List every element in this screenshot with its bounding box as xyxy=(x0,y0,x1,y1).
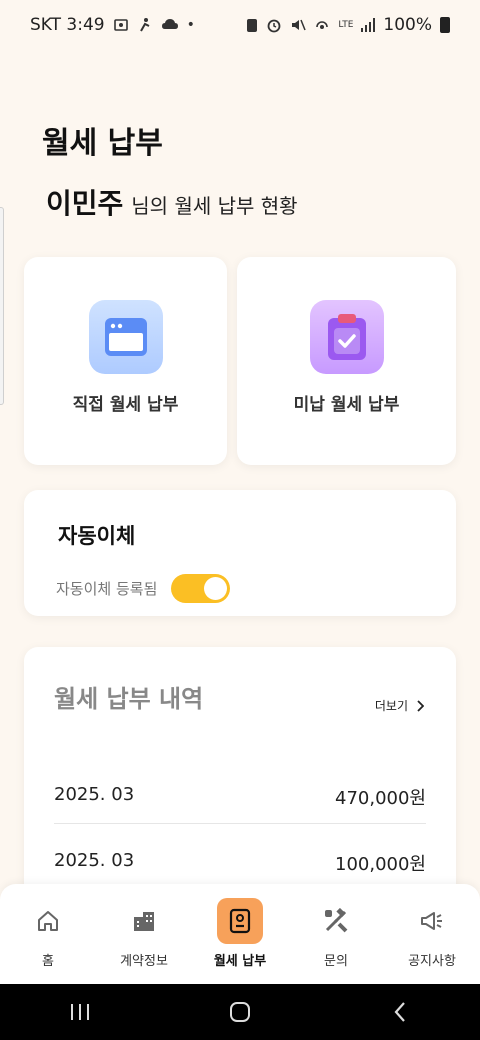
recents-icon xyxy=(71,1004,89,1020)
carrier-time: SKT 3:49 xyxy=(30,15,105,35)
signal-icon xyxy=(361,18,376,32)
system-navigation-bar xyxy=(0,984,480,1040)
history-row[interactable]: 2025. 03 470,000원 xyxy=(54,784,426,810)
back-icon xyxy=(394,1002,405,1022)
auto-transfer-row: 자동이체 등록됨 xyxy=(56,574,231,603)
clipboard-check-icon xyxy=(309,300,384,374)
nav-label-inquiry: 문의 xyxy=(324,954,348,969)
history-divider xyxy=(54,823,426,824)
nav-label-rent-payment: 월세 납부 xyxy=(213,954,267,969)
alarm-icon xyxy=(268,19,281,33)
history-amount: 100,000원 xyxy=(335,854,426,875)
unpaid-payment-card[interactable]: 미납 월세 납부 xyxy=(237,257,456,465)
more-link[interactable]: 더보기 xyxy=(375,697,424,714)
chevron-right-icon xyxy=(417,699,424,712)
megaphone-icon xyxy=(409,898,455,944)
auto-transfer-card: 자동이체 자동이체 등록됨 xyxy=(24,490,456,616)
direct-payment-card[interactable]: 직접 월세 납부 xyxy=(24,257,227,465)
history-row[interactable]: 2025. 03 100,000원 xyxy=(54,850,426,876)
status-right: LTE 100% xyxy=(246,15,450,35)
status-left: SKT 3:49 • xyxy=(30,15,195,35)
nav-label-notice: 공지사항 xyxy=(408,954,456,969)
edge-panel-handle[interactable] xyxy=(0,207,4,405)
direct-payment-label: 직접 월세 납부 xyxy=(72,395,179,415)
tools-icon xyxy=(313,898,359,944)
auto-transfer-status: 자동이체 등록됨 xyxy=(56,580,158,598)
nav-item-home[interactable]: 홈 xyxy=(3,898,93,969)
status-bar: SKT 3:49 • LTE 100% xyxy=(0,0,480,50)
nav-label-home: 홈 xyxy=(42,954,54,969)
more-label: 더보기 xyxy=(374,699,408,713)
cloud-icon xyxy=(161,19,178,29)
battery-icon xyxy=(440,17,450,33)
recents-button[interactable] xyxy=(50,992,110,1032)
unpaid-payment-label: 미납 월세 납부 xyxy=(293,395,400,415)
nav-label-contract-info: 계약정보 xyxy=(120,954,168,969)
user-name: 이민주 xyxy=(46,187,124,220)
home-icon xyxy=(25,898,71,944)
accessibility-icon xyxy=(139,18,150,32)
greeting: 이민주 님의 월세 납부 현황 xyxy=(46,182,298,222)
lte-label: LTE xyxy=(338,20,354,30)
page-title: 월세 납부 xyxy=(42,126,163,161)
history-date: 2025. 03 xyxy=(54,850,135,871)
contract-icon xyxy=(217,898,263,944)
history-date: 2025. 03 xyxy=(54,784,135,805)
battery-percent: 100% xyxy=(383,15,432,35)
dot-icon: • xyxy=(186,17,195,33)
home-circle-icon xyxy=(230,1002,250,1022)
window-icon xyxy=(88,300,163,374)
nav-item-rent-payment[interactable]: 월세 납부 xyxy=(195,898,285,969)
building-icon xyxy=(121,898,167,944)
auto-transfer-title: 자동이체 xyxy=(58,524,136,548)
bottom-nav: 홈 계약정보 월세 납부 문의 공지사항 xyxy=(0,884,480,984)
nav-item-notice[interactable]: 공지사항 xyxy=(387,898,477,969)
history-title: 월세 납부 내역 xyxy=(54,685,204,713)
nav-item-inquiry[interactable]: 문의 xyxy=(291,898,381,969)
auto-transfer-toggle[interactable] xyxy=(171,574,231,603)
battery-saver-icon xyxy=(247,19,258,32)
toggle-knob xyxy=(204,577,228,600)
screenshot-icon xyxy=(113,19,128,31)
nav-item-contract-info[interactable]: 계약정보 xyxy=(99,898,189,969)
home-system-button[interactable] xyxy=(210,992,270,1032)
back-button[interactable] xyxy=(370,992,430,1032)
greeting-suffix: 님의 월세 납부 현황 xyxy=(131,194,298,218)
history-amount: 470,000원 xyxy=(335,788,426,809)
hotspot-icon xyxy=(316,21,329,29)
mute-icon xyxy=(292,19,307,31)
